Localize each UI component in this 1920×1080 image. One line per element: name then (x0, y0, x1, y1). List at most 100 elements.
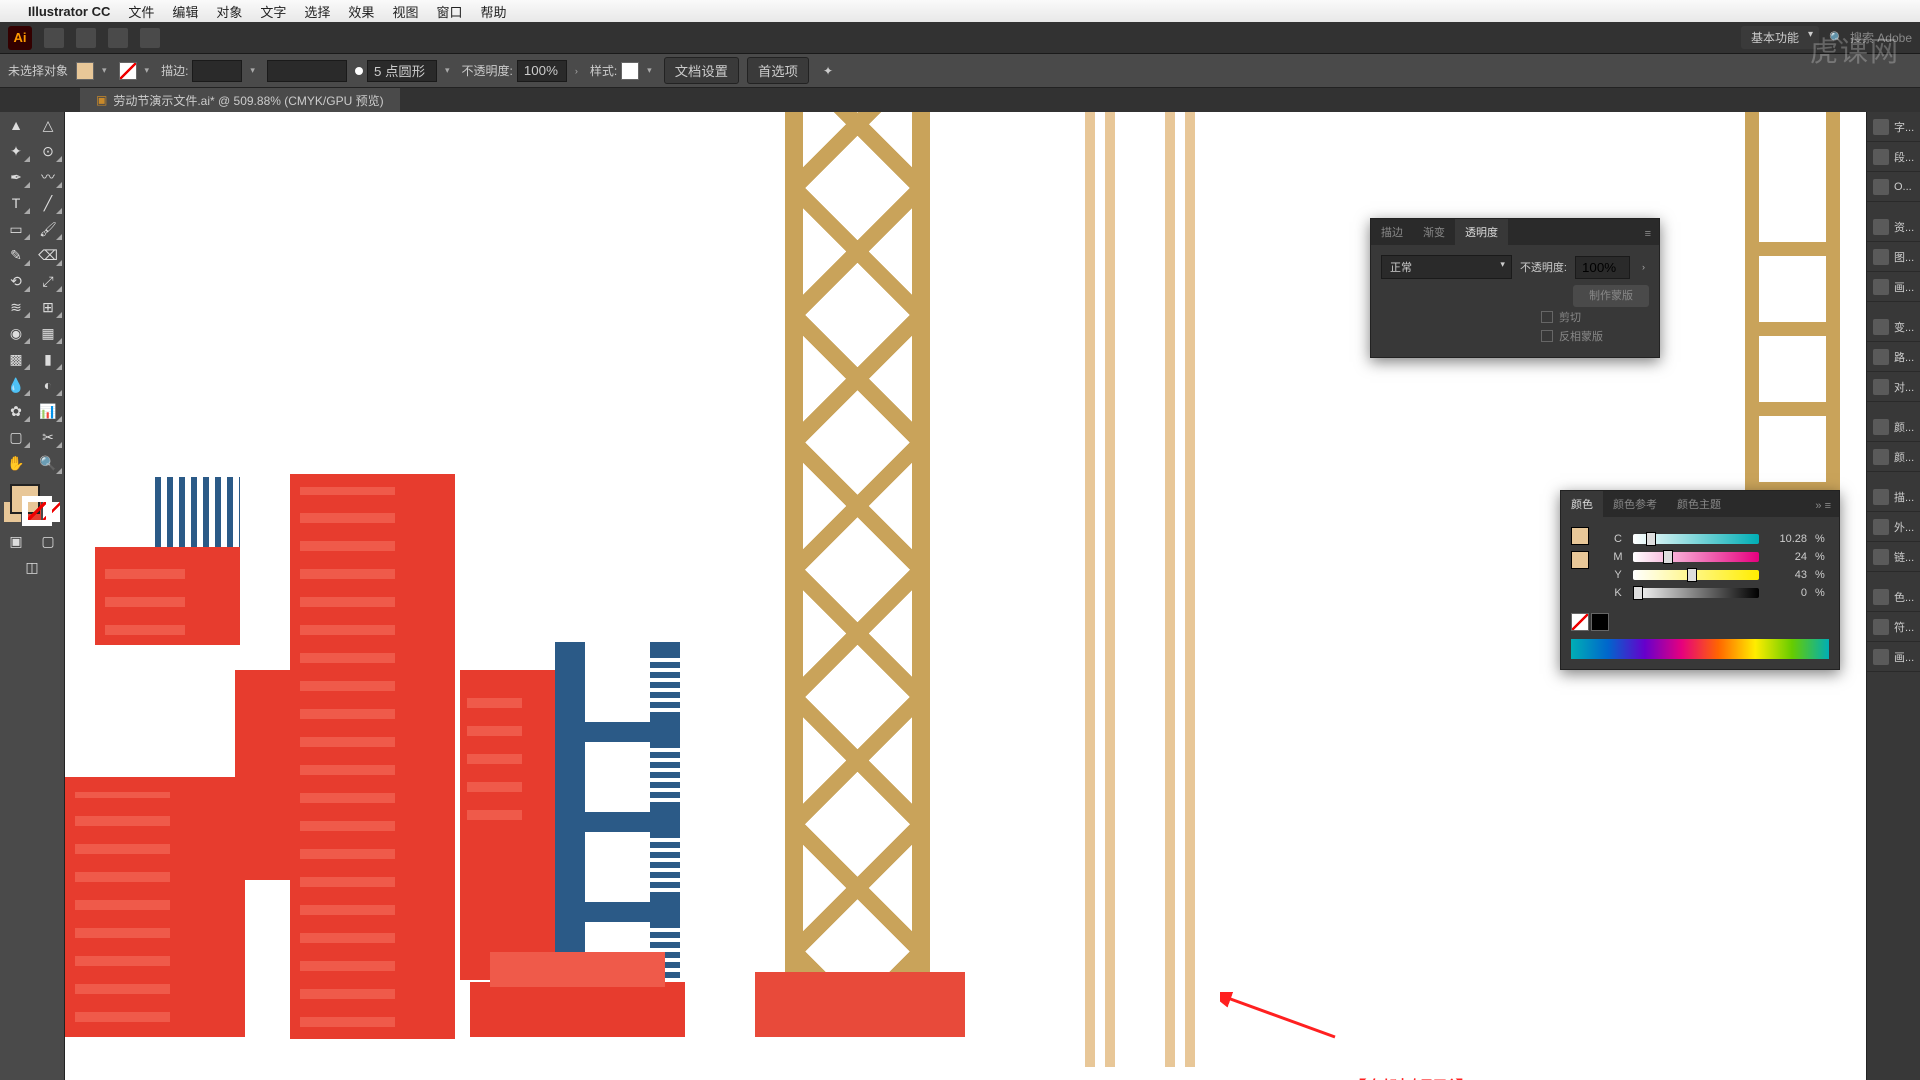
bridge-icon[interactable] (44, 28, 64, 48)
menu-file[interactable]: 文件 (128, 2, 154, 21)
magic-wand-tool[interactable]: ✦ (0, 138, 32, 164)
edit-toggle[interactable]: ◫ (0, 554, 64, 580)
shaper-tool[interactable]: ✎ (0, 242, 32, 268)
m-value[interactable]: 24 (1767, 551, 1807, 563)
workspace-switcher[interactable]: 基本功能 (1741, 26, 1819, 49)
rectangle-tool[interactable]: ▭ (0, 216, 32, 242)
stroke-swatch[interactable] (119, 62, 137, 80)
slice-tool[interactable]: ✂ (32, 424, 64, 450)
dock-appearance[interactable]: 外... (1867, 512, 1920, 542)
symbol-sprayer-tool[interactable]: ✿ (0, 398, 32, 424)
fill-swatch[interactable] (76, 62, 94, 80)
free-transform-tool[interactable]: ⊞ (32, 294, 64, 320)
prefs-button[interactable]: 首选项 (747, 57, 809, 84)
artwork-shape (555, 812, 680, 832)
menu-edit[interactable]: 编辑 (172, 2, 198, 21)
menu-effect[interactable]: 效果 (348, 2, 374, 21)
opacity-input[interactable] (517, 60, 567, 82)
k-value[interactable]: 0 (1767, 587, 1807, 599)
ai-logo-icon: Ai (8, 26, 32, 50)
dock-links[interactable]: 链... (1867, 542, 1920, 572)
scale-tool[interactable]: ⤢ (32, 268, 64, 294)
dock-brushes[interactable]: 画... (1867, 642, 1920, 672)
screen-mode-normal[interactable]: ▣ (0, 528, 32, 554)
eyedropper-tool[interactable]: 💧 (0, 372, 32, 398)
search-box[interactable]: 🔍 搜索 Adobe (1829, 29, 1912, 46)
selection-tool[interactable]: ▲ (0, 112, 32, 138)
dock-align[interactable]: 对... (1867, 372, 1920, 402)
screen-mode-full[interactable]: ▢ (32, 528, 64, 554)
dock-stroke[interactable]: 描... (1867, 482, 1920, 512)
tab-color-guide[interactable]: 颜色参考 (1603, 491, 1667, 517)
spectrum-picker[interactable] (1571, 639, 1829, 659)
align-icon[interactable]: ✦ (823, 64, 833, 78)
dock-opentype[interactable]: O... (1867, 172, 1920, 202)
panel-menu-icon[interactable]: ≡ (1637, 223, 1659, 245)
dock-color[interactable]: 颜... (1867, 412, 1920, 442)
direct-selection-tool[interactable]: △ (32, 112, 64, 138)
tab-stroke[interactable]: 描边 (1371, 219, 1413, 245)
m-slider[interactable] (1633, 552, 1759, 562)
tab-gradient[interactable]: 渐变 (1413, 219, 1455, 245)
mesh-tool[interactable]: ▩ (0, 346, 32, 372)
document-tab[interactable]: ▣ 劳动节演示文件.ai* @ 509.88% (CMYK/GPU 预览) (80, 88, 400, 112)
width-tool[interactable]: ≋ (0, 294, 32, 320)
tab-color-theme[interactable]: 颜色主题 (1667, 491, 1731, 517)
gpu-icon[interactable] (140, 28, 160, 48)
dock-artboards[interactable]: 画... (1867, 272, 1920, 302)
menu-object[interactable]: 对象 (216, 2, 242, 21)
brush-input[interactable] (267, 60, 347, 82)
menu-help[interactable]: 帮助 (480, 2, 506, 21)
menu-type[interactable]: 文字 (260, 2, 286, 21)
perspective-tool[interactable]: ▦ (32, 320, 64, 346)
pen-tool[interactable]: ✒ (0, 164, 32, 190)
dock-colorguide[interactable]: 颜... (1867, 442, 1920, 472)
style-swatch[interactable] (621, 62, 639, 80)
dock-layers[interactable]: 图... (1867, 242, 1920, 272)
gradient-tool[interactable]: ▮ (32, 346, 64, 372)
app-name[interactable]: Illustrator CC (28, 4, 110, 19)
make-mask-button[interactable]: 制作蒙版 (1573, 285, 1649, 307)
shape-builder-tool[interactable]: ◉ (0, 320, 32, 346)
dock-assets[interactable]: 资... (1867, 212, 1920, 242)
k-slider[interactable] (1633, 588, 1759, 598)
paintbrush-tool[interactable]: 🖌 (32, 216, 64, 242)
dock-symbols[interactable]: 符... (1867, 612, 1920, 642)
invert-checkbox[interactable] (1541, 330, 1553, 342)
zoom-tool[interactable]: 🔍 (32, 450, 64, 476)
curvature-tool[interactable]: 〰 (32, 164, 64, 190)
clip-checkbox[interactable] (1541, 311, 1553, 323)
tab-color[interactable]: 颜色 (1561, 491, 1603, 517)
y-slider[interactable] (1633, 570, 1759, 580)
control-bar: 未选择对象 ▾ ▾ 描边: ▾ ▾ 不透明度: › 样式: ▾ 文档设置 首选项… (0, 54, 1920, 88)
c-slider[interactable] (1633, 534, 1759, 544)
stroke-weight-input[interactable] (192, 60, 242, 82)
dock-swatches[interactable]: 色... (1867, 582, 1920, 612)
line-tool[interactable]: ╱ (32, 190, 64, 216)
menu-view[interactable]: 视图 (392, 2, 418, 21)
doc-setup-button[interactable]: 文档设置 (664, 57, 739, 84)
panel-opacity-input[interactable] (1575, 256, 1630, 279)
hand-tool[interactable]: ✋ (0, 450, 32, 476)
dock-paragraph[interactable]: 段... (1867, 142, 1920, 172)
artboard-tool[interactable]: ▢ (0, 424, 32, 450)
stock-icon[interactable] (76, 28, 96, 48)
c-value[interactable]: 10.28 (1767, 533, 1807, 545)
dock-pathfinder[interactable]: 路... (1867, 342, 1920, 372)
y-value[interactable]: 43 (1767, 569, 1807, 581)
rotate-tool[interactable]: ⟲ (0, 268, 32, 294)
tab-transparency[interactable]: 透明度 (1455, 219, 1508, 245)
dock-transform[interactable]: 变... (1867, 312, 1920, 342)
graph-tool[interactable]: 📊 (32, 398, 64, 424)
menu-window[interactable]: 窗口 (436, 2, 462, 21)
dock-character[interactable]: 字... (1867, 112, 1920, 142)
type-tool[interactable]: T (0, 190, 32, 216)
blend-tool[interactable]: ◐ (32, 372, 64, 398)
eraser-tool[interactable]: ⌫ (32, 242, 64, 268)
panel-menu-icon[interactable]: » ≡ (1807, 495, 1839, 517)
arrange-icon[interactable] (108, 28, 128, 48)
brush-preset[interactable] (367, 60, 437, 82)
menu-select[interactable]: 选择 (304, 2, 330, 21)
blend-mode-select[interactable]: 正常 (1381, 255, 1512, 279)
lasso-tool[interactable]: ⊙ (32, 138, 64, 164)
